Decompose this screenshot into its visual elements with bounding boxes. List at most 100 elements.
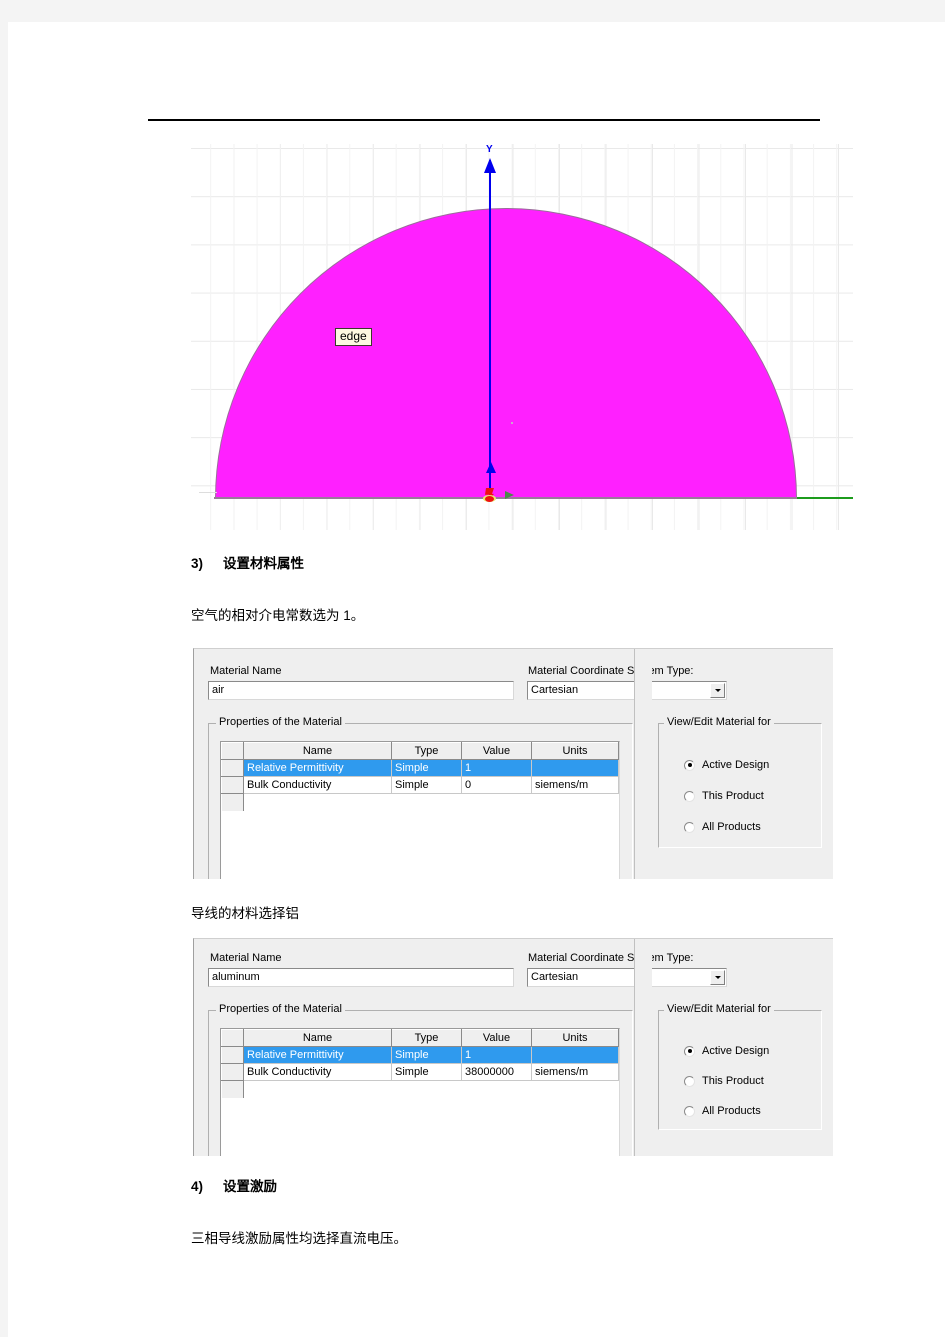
radio-icon[interactable]: [684, 1045, 695, 1057]
coordinate-system-combo[interactable]: Cartesian: [527, 681, 727, 700]
radio-icon[interactable]: [684, 1075, 695, 1087]
radio-all-products[interactable]: All Products: [684, 821, 761, 833]
table-row[interactable]: Relative Permittivity Simple 1: [221, 759, 619, 777]
table-header-row: Name Type Value Units: [221, 1029, 619, 1047]
material-name-label: Material Name: [210, 665, 282, 677]
section-3-title: 设置材料属性: [223, 556, 305, 571]
radio-icon[interactable]: [684, 821, 695, 833]
y-axis-arrow-icon: [483, 158, 496, 173]
screenshot-root: Y edge 3) 设置材料属性 空气的相对介电常数选为 1。 Material …: [0, 0, 945, 1337]
origin-marker: [483, 488, 496, 503]
y-axis-line: [489, 160, 491, 498]
radio-all-products[interactable]: All Products: [684, 1105, 761, 1117]
radio-label: Active Design: [702, 759, 770, 771]
cell-units[interactable]: siemens/m: [531, 1063, 619, 1081]
origin-red-dot-icon: [485, 496, 494, 502]
cell-type[interactable]: Simple: [391, 1046, 462, 1064]
column-header-units[interactable]: Units: [531, 1029, 619, 1047]
table-row-empty: [221, 793, 619, 811]
material-properties-table[interactable]: Name Type Value Units Relative Permittiv…: [220, 741, 620, 879]
table-row[interactable]: Bulk Conductivity Simple 0 siemens/m: [221, 776, 619, 794]
section-4-heading: 4) 设置激励: [191, 1175, 277, 1196]
radio-active-design[interactable]: Active Design: [684, 759, 769, 771]
row-gutter-header: [221, 742, 244, 760]
column-header-value[interactable]: Value: [461, 1029, 532, 1047]
dialog-splitter: [634, 939, 652, 1156]
wire-material-caption: 导线的材料选择铝: [191, 906, 299, 921]
coordinate-system-value: Cartesian: [531, 971, 579, 983]
radio-label: All Products: [702, 821, 761, 833]
properties-table: Name Type Value Units Relative Permittiv…: [221, 742, 619, 811]
radio-active-design[interactable]: Active Design: [684, 1045, 769, 1057]
cell-value[interactable]: 1: [461, 759, 532, 777]
cell-name[interactable]: Relative Permittivity: [243, 1046, 392, 1064]
material-name-input[interactable]: air: [208, 681, 514, 700]
column-header-units[interactable]: Units: [531, 742, 619, 760]
section-3-heading: 3) 设置材料属性: [191, 552, 304, 573]
view-edit-groupbox-title: View/Edit Material for: [664, 1003, 774, 1015]
chevron-down-icon[interactable]: [710, 683, 725, 698]
row-gutter[interactable]: [221, 1046, 244, 1064]
cell-type[interactable]: Simple: [391, 776, 462, 794]
section-4-number: 4): [191, 1179, 204, 1194]
cell-value[interactable]: 1: [461, 1046, 532, 1064]
document-page: Y edge 3) 设置材料属性 空气的相对介电常数选为 1。 Material …: [8, 22, 945, 1337]
cell-type[interactable]: Simple: [391, 759, 462, 777]
radio-label: Active Design: [702, 1045, 770, 1057]
radio-this-product[interactable]: This Product: [684, 1075, 764, 1087]
radio-icon[interactable]: [684, 1105, 695, 1117]
radio-icon[interactable]: [684, 759, 695, 771]
cell-name[interactable]: Bulk Conductivity: [243, 1063, 392, 1081]
cell-type[interactable]: Simple: [391, 1063, 462, 1081]
column-header-name[interactable]: Name: [243, 742, 392, 760]
section-4-title: 设置激励: [223, 1179, 278, 1194]
column-header-type[interactable]: Type: [391, 1029, 462, 1047]
radio-this-product[interactable]: This Product: [684, 790, 764, 802]
column-header-type[interactable]: Type: [391, 742, 462, 760]
material-dialog-air[interactable]: Material Name air Material Coordinate Sy…: [193, 648, 833, 879]
section-3-number: 3): [191, 556, 204, 571]
x-axis-arrow-icon: [505, 491, 514, 499]
cell-name[interactable]: Bulk Conductivity: [243, 776, 392, 794]
cad-modeler-canvas[interactable]: Y edge: [191, 144, 853, 530]
column-header-value[interactable]: Value: [461, 742, 532, 760]
edge-tooltip: edge: [335, 328, 372, 346]
table-row[interactable]: Bulk Conductivity Simple 38000000 siemen…: [221, 1063, 619, 1081]
row-gutter[interactable]: [221, 1063, 244, 1081]
row-gutter[interactable]: [221, 776, 244, 794]
properties-table: Name Type Value Units Relative Permittiv…: [221, 1029, 619, 1098]
cell-units[interactable]: siemens/m: [531, 776, 619, 794]
material-name-input[interactable]: aluminum: [208, 968, 514, 987]
chevron-down-icon[interactable]: [710, 970, 725, 985]
cell-value[interactable]: 38000000: [461, 1063, 532, 1081]
table-row[interactable]: Relative Permittivity Simple 1: [221, 1046, 619, 1064]
canvas-marker-dot: [511, 422, 513, 424]
header-rule: [148, 119, 820, 121]
cell-units[interactable]: [531, 759, 619, 777]
material-name-label: Material Name: [210, 952, 282, 964]
radio-icon[interactable]: [684, 790, 695, 802]
properties-groupbox-title: Properties of the Material: [216, 1003, 345, 1015]
material-dialog-aluminum[interactable]: Material Name aluminum Material Coordina…: [193, 938, 833, 1156]
cell-units[interactable]: [531, 1046, 619, 1064]
column-header-name[interactable]: Name: [243, 1029, 392, 1047]
cell-empty: [243, 793, 619, 811]
table-row-empty: [221, 1080, 619, 1098]
y-axis-mid-arrow-icon: [485, 462, 496, 473]
row-gutter: [221, 793, 244, 811]
x-axis-line: [797, 497, 853, 499]
x-axis-left-stub: [199, 491, 217, 493]
coordinate-system-combo[interactable]: Cartesian: [527, 968, 727, 987]
cell-value[interactable]: 0: [461, 776, 532, 794]
row-gutter-header: [221, 1029, 244, 1047]
properties-groupbox-title: Properties of the Material: [216, 716, 345, 728]
cell-empty: [243, 1080, 619, 1098]
row-gutter[interactable]: [221, 759, 244, 777]
coordinate-system-value: Cartesian: [531, 684, 579, 696]
cell-name[interactable]: Relative Permittivity: [243, 759, 392, 777]
table-header-row: Name Type Value Units: [221, 742, 619, 760]
coordinate-system-label: Material Coordinate System Type:: [528, 665, 694, 677]
radio-label: This Product: [702, 1075, 764, 1087]
dialog-splitter: [634, 649, 652, 879]
material-properties-table[interactable]: Name Type Value Units Relative Permittiv…: [220, 1028, 620, 1156]
